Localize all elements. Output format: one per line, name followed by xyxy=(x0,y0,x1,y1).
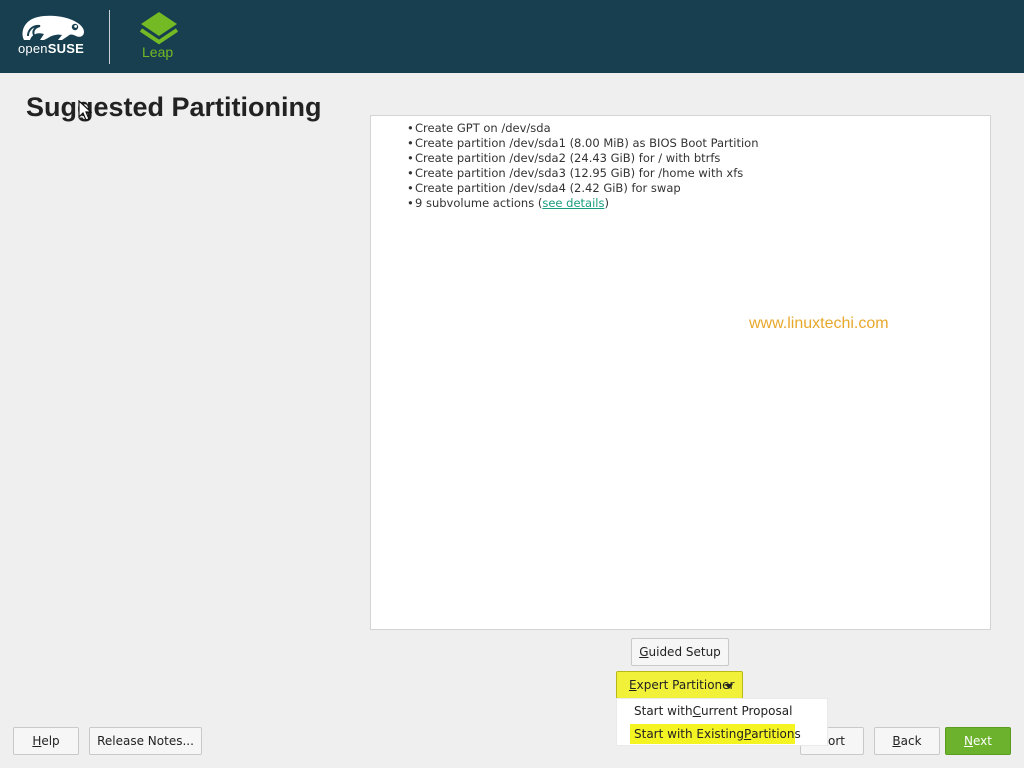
leap-logo: Leap xyxy=(138,11,180,63)
bullet-icon: • xyxy=(407,196,414,210)
menu-item-current-proposal[interactable]: Start with Current Proposal xyxy=(630,701,795,721)
header-divider xyxy=(109,10,110,64)
partition-summary-panel: •Create GPT on /dev/sda •Create partitio… xyxy=(370,115,991,630)
bullet-icon: • xyxy=(407,181,414,195)
expert-partitioner-menu: Start with Current Proposal Start with E… xyxy=(616,698,828,746)
back-button[interactable]: Back xyxy=(874,727,940,755)
chameleon-icon xyxy=(22,15,85,40)
list-item: •Create partition /dev/sda1 (8.00 MiB) a… xyxy=(407,136,759,150)
leap-wordmark: Leap xyxy=(142,44,174,60)
watermark-text: www.linuxtechi.com xyxy=(749,315,889,332)
list-item: •Create partition /dev/sda3 (12.95 GiB) … xyxy=(407,166,744,180)
leap-diamond-icon xyxy=(139,12,179,45)
help-button[interactable]: Help xyxy=(13,727,79,755)
header-bar: openSUSE Leap xyxy=(0,0,1024,73)
menu-item-existing-partitions[interactable]: Start with Existing Partitions xyxy=(630,724,801,744)
bullet-icon: • xyxy=(407,166,414,180)
page-title: Suggested Partitioning xyxy=(26,92,322,122)
list-item: •9 subvolume actions (see details) xyxy=(407,196,609,210)
dropdown-arrow-icon xyxy=(725,684,733,689)
opensuse-logo: openSUSE xyxy=(18,14,88,58)
next-button[interactable]: Next xyxy=(945,727,1011,755)
bullet-icon: • xyxy=(407,121,414,135)
bullet-icon: • xyxy=(407,136,414,150)
list-item: •Create GPT on /dev/sda xyxy=(407,121,551,135)
expert-partitioner-button[interactable]: Expert Partitioner xyxy=(616,671,743,699)
mouse-cursor-icon xyxy=(78,100,92,121)
opensuse-wordmark: openSUSE xyxy=(18,41,84,56)
list-item: •Create partition /dev/sda2 (24.43 GiB) … xyxy=(407,151,721,165)
list-item: •Create partition /dev/sda4 (2.42 GiB) f… xyxy=(407,181,681,195)
bullet-icon: • xyxy=(407,151,414,165)
release-notes-button[interactable]: Release Notes... xyxy=(89,727,202,755)
guided-setup-button[interactable]: Guided Setup xyxy=(631,638,729,666)
partition-action-list: •Create GPT on /dev/sda •Create partitio… xyxy=(407,121,759,211)
see-details-link[interactable]: see details xyxy=(542,196,604,210)
